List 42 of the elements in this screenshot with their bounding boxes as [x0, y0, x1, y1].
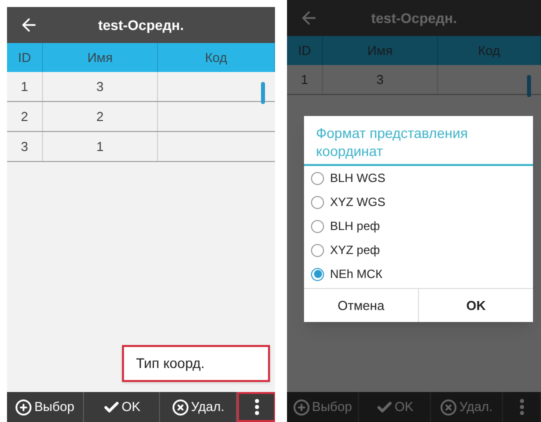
- screen-title: test-Осредн.: [370, 8, 458, 28]
- scroll-indicator: [527, 75, 531, 97]
- table-cell-text: 3: [96, 78, 104, 96]
- table-cell-text: 3: [20, 138, 28, 156]
- plus-circle-icon: [15, 398, 32, 416]
- radio-button[interactable]: [311, 172, 324, 184]
- toolbar-button[interactable]: Выбор: [7, 392, 84, 422]
- dialog-button[interactable]: OK: [419, 289, 533, 322]
- more-icon: [254, 399, 259, 415]
- column-header: Имя: [87, 48, 113, 67]
- more-icon: [520, 399, 524, 415]
- radio-option[interactable]: XYZ реф: [304, 238, 533, 262]
- radio-option[interactable]: XYZ WGS: [304, 190, 533, 214]
- column-header: Код: [204, 48, 228, 67]
- column-header: Код: [478, 42, 500, 60]
- toolbar-button[interactable]: Удал.: [160, 392, 238, 422]
- dialog-title: Формат представления координат: [316, 124, 469, 160]
- table-cell-text: 1: [20, 78, 28, 96]
- column-header: ID: [18, 48, 31, 67]
- x-circle-icon: [172, 398, 190, 416]
- toolbar-button[interactable]: OK: [84, 392, 160, 422]
- radio-option[interactable]: NEh МСК: [304, 262, 533, 286]
- table-cell-text: 1: [96, 138, 104, 156]
- dialog-button[interactable]: Отмена: [304, 289, 419, 322]
- radio-button[interactable]: [311, 196, 324, 208]
- plus-circle-icon: [293, 398, 310, 416]
- screen-title: test-Осредн.: [97, 16, 185, 35]
- radio-button[interactable]: [311, 268, 324, 280]
- table-cell-text: 2: [20, 108, 28, 126]
- radio-option[interactable]: BLH WGS: [304, 166, 533, 190]
- radio-button[interactable]: [311, 220, 324, 232]
- table-cell-text: 2: [96, 108, 104, 126]
- more-button[interactable]: [237, 392, 275, 422]
- radio-option[interactable]: BLH реф: [304, 214, 533, 238]
- table-cell-text: 3: [376, 70, 384, 89]
- radio-button[interactable]: [311, 244, 324, 256]
- x-circle-icon: [440, 398, 458, 416]
- scroll-indicator: [261, 82, 265, 104]
- column-header: ID: [298, 42, 311, 60]
- column-header: Имя: [367, 42, 393, 60]
- table-cell-text: 1: [300, 70, 308, 89]
- popup-menu-item[interactable]: Тип коорд.: [122, 345, 270, 382]
